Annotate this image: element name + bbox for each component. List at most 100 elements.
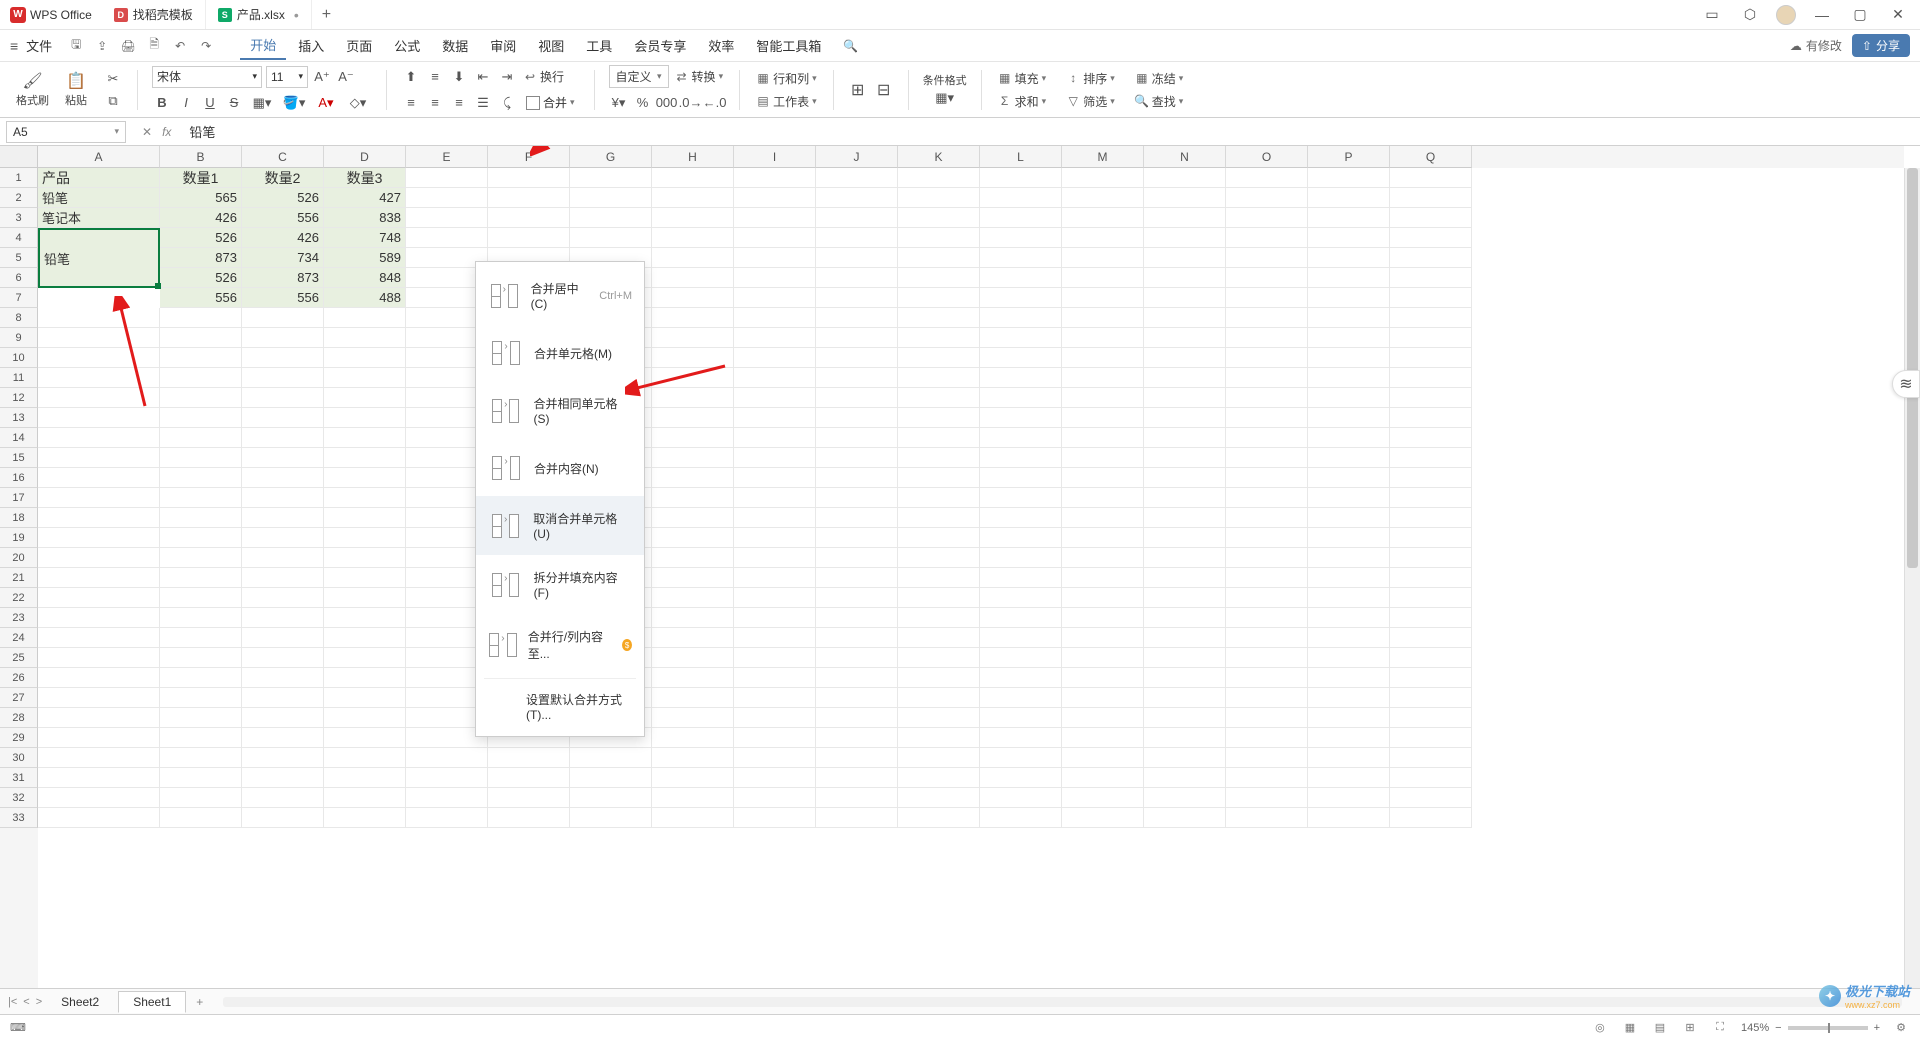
cell[interactable] <box>242 508 324 528</box>
cell[interactable] <box>1390 448 1472 468</box>
cell[interactable] <box>652 808 734 828</box>
cell[interactable] <box>1062 588 1144 608</box>
cell[interactable] <box>980 348 1062 368</box>
cell[interactable] <box>324 648 406 668</box>
row-header[interactable]: 20 <box>0 548 38 568</box>
cell[interactable] <box>980 808 1062 828</box>
cell[interactable] <box>734 388 816 408</box>
cell[interactable] <box>734 708 816 728</box>
cell[interactable] <box>1308 368 1390 388</box>
row-header[interactable]: 5 <box>0 248 38 268</box>
keyboard-icon[interactable]: ⌨ <box>10 1021 26 1034</box>
cell[interactable] <box>652 248 734 268</box>
menu-smart[interactable]: 智能工具箱 <box>746 32 831 59</box>
cell[interactable] <box>652 348 734 368</box>
cell[interactable] <box>898 568 980 588</box>
cell[interactable] <box>652 568 734 588</box>
cell[interactable] <box>1308 388 1390 408</box>
save-icon[interactable]: 🖫 <box>68 38 84 54</box>
cell[interactable] <box>980 508 1062 528</box>
cell[interactable] <box>1062 608 1144 628</box>
cell[interactable] <box>1062 248 1144 268</box>
cell[interactable] <box>652 648 734 668</box>
cell[interactable] <box>1144 488 1226 508</box>
avatar-icon[interactable] <box>1776 5 1796 25</box>
sum-button[interactable]: Σ求和▾ <box>996 92 1049 111</box>
cell[interactable] <box>160 328 242 348</box>
cell[interactable] <box>898 748 980 768</box>
cell[interactable] <box>1390 488 1472 508</box>
cell[interactable] <box>898 308 980 328</box>
cell[interactable] <box>980 668 1062 688</box>
cell[interactable] <box>980 168 1062 188</box>
cell[interactable] <box>488 808 570 828</box>
cell[interactable] <box>1226 588 1308 608</box>
cell[interactable] <box>242 428 324 448</box>
cell[interactable] <box>1390 768 1472 788</box>
cell[interactable] <box>898 688 980 708</box>
cell[interactable] <box>1144 568 1226 588</box>
cell[interactable] <box>734 768 816 788</box>
bold-button[interactable]: B <box>152 93 172 113</box>
cell[interactable] <box>160 548 242 568</box>
font-size-select[interactable]: 11▾ <box>266 66 308 88</box>
cell[interactable] <box>242 468 324 488</box>
cell[interactable] <box>1144 588 1226 608</box>
cell[interactable] <box>160 648 242 668</box>
cell[interactable] <box>652 268 734 288</box>
share-button[interactable]: ⇧ 分享 <box>1852 34 1910 57</box>
menu-efficiency[interactable]: 效率 <box>698 32 744 59</box>
cell[interactable] <box>1308 248 1390 268</box>
cell[interactable] <box>570 768 652 788</box>
cell[interactable]: 526 <box>160 268 242 288</box>
cell[interactable] <box>980 608 1062 628</box>
row-header[interactable]: 23 <box>0 608 38 628</box>
tab-document[interactable]: S 产品.xlsx • <box>206 0 312 29</box>
cell[interactable] <box>1308 528 1390 548</box>
row-header[interactable]: 12 <box>0 388 38 408</box>
cell[interactable] <box>38 388 160 408</box>
cell[interactable]: 铅笔 <box>38 188 160 208</box>
selected-merged-cell[interactable]: 铅笔 <box>38 228 160 288</box>
cell[interactable] <box>1144 428 1226 448</box>
cell[interactable] <box>1144 648 1226 668</box>
cell[interactable] <box>734 448 816 468</box>
cell[interactable] <box>652 308 734 328</box>
merge-menu-settings[interactable]: 设置默认合并方式(T)... <box>476 681 644 732</box>
sheet-nav-prev[interactable]: < <box>23 996 29 1008</box>
cell[interactable] <box>324 308 406 328</box>
cell[interactable] <box>160 728 242 748</box>
cell[interactable] <box>898 188 980 208</box>
cell[interactable] <box>1226 508 1308 528</box>
print-icon[interactable]: 🖨 <box>120 38 136 54</box>
cell[interactable] <box>816 168 898 188</box>
cell[interactable] <box>1390 508 1472 528</box>
cell[interactable] <box>652 588 734 608</box>
cell[interactable] <box>652 428 734 448</box>
cell[interactable] <box>1144 548 1226 568</box>
decrease-font-icon[interactable]: A⁻ <box>336 67 356 87</box>
cell[interactable] <box>652 188 734 208</box>
cell[interactable] <box>1390 588 1472 608</box>
cell[interactable]: 748 <box>324 228 406 248</box>
row-header[interactable]: 17 <box>0 488 38 508</box>
cell[interactable] <box>980 308 1062 328</box>
cell[interactable] <box>816 408 898 428</box>
cell[interactable] <box>1062 388 1144 408</box>
worksheet-button[interactable]: ▤工作表▾ <box>754 92 819 111</box>
cell[interactable] <box>1144 668 1226 688</box>
row-header[interactable]: 25 <box>0 648 38 668</box>
clear-format-button[interactable]: ◇▾ <box>344 93 372 113</box>
cell[interactable] <box>38 308 160 328</box>
cell[interactable] <box>1062 488 1144 508</box>
cell[interactable] <box>816 208 898 228</box>
cell[interactable] <box>980 228 1062 248</box>
cell[interactable] <box>160 388 242 408</box>
cell[interactable] <box>488 228 570 248</box>
cell[interactable]: 589 <box>324 248 406 268</box>
close-button[interactable]: ✕ <box>1886 6 1910 23</box>
align-top-icon[interactable]: ⬆ <box>401 67 421 87</box>
cell[interactable] <box>1308 688 1390 708</box>
cell[interactable] <box>324 368 406 388</box>
cell[interactable] <box>242 688 324 708</box>
